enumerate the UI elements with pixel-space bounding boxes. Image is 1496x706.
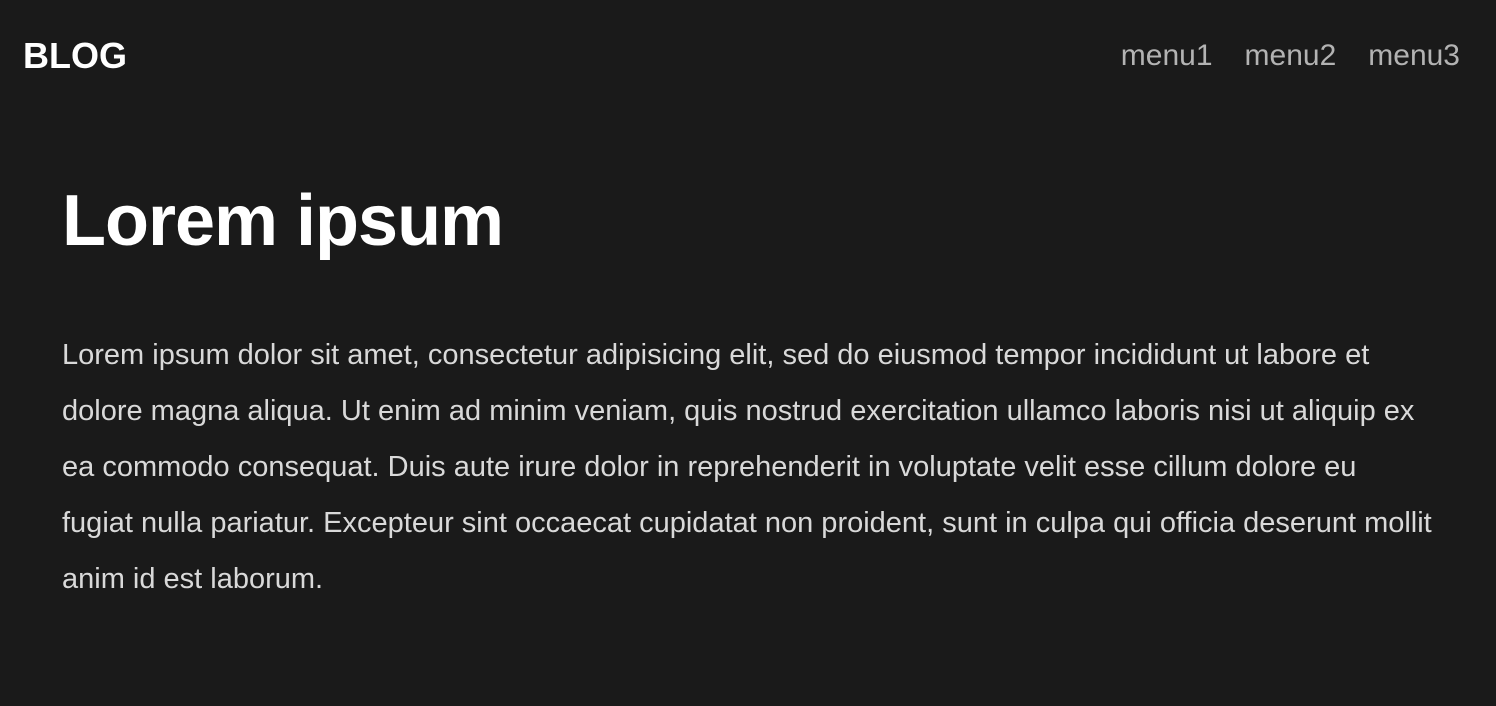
main-menu: menu1 menu2 menu3: [1121, 41, 1460, 71]
menu-item-menu3[interactable]: menu3: [1368, 41, 1460, 71]
top-navigation-bar: BLOG menu1 menu2 menu3: [0, 0, 1496, 112]
blog-logo-link[interactable]: BLOG: [23, 38, 127, 74]
page: BLOG menu1 menu2 menu3 Lorem ipsum Lorem…: [0, 0, 1496, 706]
menu-item-menu2[interactable]: menu2: [1245, 41, 1337, 71]
menu-item-menu1[interactable]: menu1: [1121, 41, 1213, 71]
article-body: Lorem ipsum dolor sit amet, consectetur …: [62, 339, 1432, 595]
article-title: Lorem ipsum: [62, 181, 504, 261]
article-content: Lorem ipsum Lorem ipsum dolor sit amet, …: [62, 185, 1432, 607]
